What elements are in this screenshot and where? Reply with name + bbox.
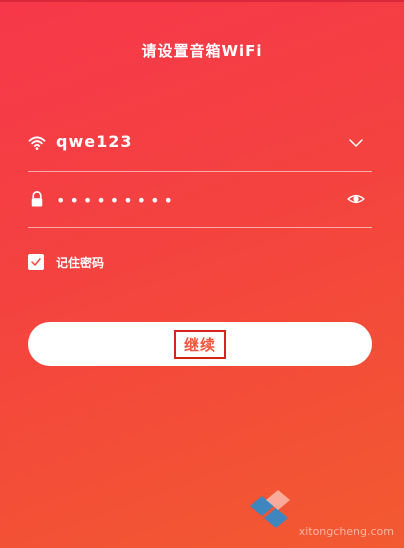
- watermark-text: xitongcheng.com: [298, 525, 394, 538]
- chevron-down-icon[interactable]: [346, 134, 366, 152]
- wifi-ssid: qwe123: [56, 132, 133, 151]
- continue-label: 继续: [173, 329, 226, 359]
- status-strip: [0, 0, 404, 2]
- watermark: xitongcheng.com: [248, 486, 398, 542]
- password-field[interactable]: [56, 186, 326, 214]
- continue-button[interactable]: 继续: [28, 322, 372, 366]
- remember-checkbox[interactable]: [28, 254, 44, 270]
- wifi-selector[interactable]: qwe123: [28, 128, 372, 160]
- eye-icon[interactable]: [346, 190, 366, 208]
- wifi-icon: [28, 136, 46, 150]
- password-divider: [28, 227, 372, 228]
- check-icon: [31, 258, 41, 266]
- watermark-logo-icon: [250, 490, 290, 528]
- wifi-divider: [28, 171, 372, 172]
- wifi-setup-screen: 请设置音箱WiFi qwe123 记: [0, 0, 404, 548]
- lock-icon: [31, 191, 43, 207]
- password-row: [28, 184, 372, 216]
- remember-password[interactable]: 记住密码: [28, 252, 104, 272]
- remember-label: 记住密码: [56, 255, 105, 270]
- page-title: 请设置音箱WiFi: [141, 42, 263, 60]
